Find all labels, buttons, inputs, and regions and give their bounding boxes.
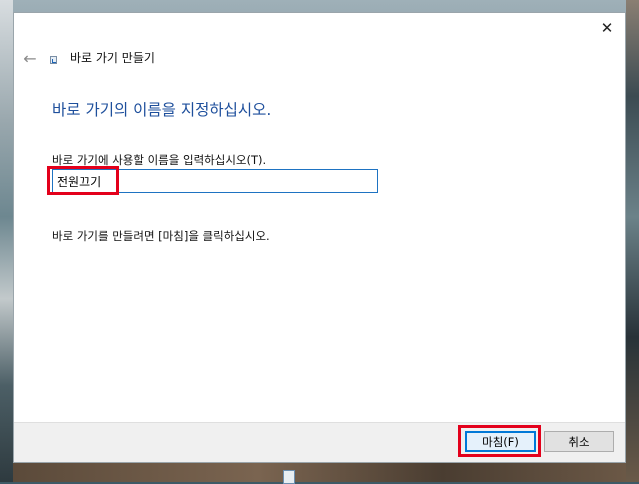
dialog-footer: 마침(F) 취소	[14, 422, 625, 462]
create-shortcut-dialog: ✕ ← 바로 가기 만들기 바로 가기의 이름을 지정하십시오. 바로 가기에 …	[13, 12, 626, 463]
finish-instruction: 바로 가기를 만들려면 [마침]을 클릭하십시오.	[52, 229, 270, 243]
window-title: 바로 가기 만들기	[70, 51, 155, 65]
shortcut-name-input[interactable]	[52, 169, 378, 193]
desktop-right-edge	[626, 0, 639, 482]
shortcut-name-label: 바로 가기에 사용할 이름을 입력하십시오(T).	[52, 153, 267, 167]
cancel-button[interactable]: 취소	[544, 431, 614, 452]
desktop-left-edge	[0, 0, 13, 482]
page-heading: 바로 가기의 이름을 지정하십시오.	[52, 101, 272, 119]
finish-button[interactable]: 마침(F)	[465, 431, 536, 452]
close-icon[interactable]: ✕	[595, 17, 619, 39]
desktop-bottom-edge	[13, 463, 626, 482]
shortcut-icon	[50, 56, 57, 64]
back-arrow-icon[interactable]: ←	[20, 49, 40, 68]
